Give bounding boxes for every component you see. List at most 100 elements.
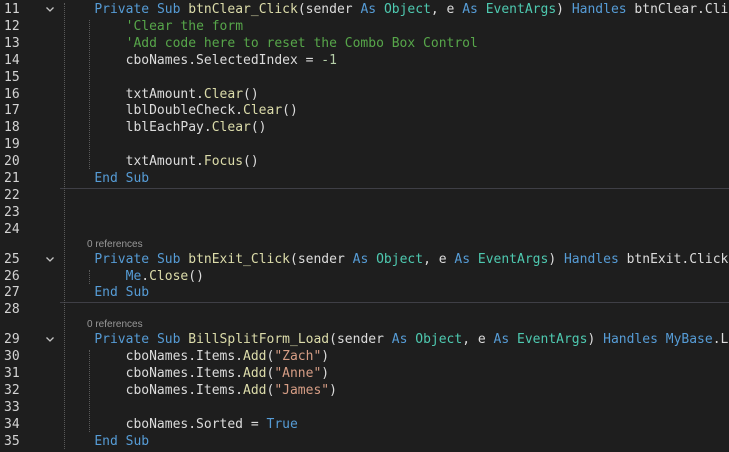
code-line[interactable]: 13 'Add code here to reset the Combo Box… <box>0 35 729 52</box>
code-line[interactable]: 35 End Sub <box>0 433 729 450</box>
code-token: EventArgs <box>485 2 557 17</box>
line-number: 13 <box>4 35 20 51</box>
code-token: (sender <box>290 251 353 267</box>
code-line[interactable]: 34 cboNames.Sorted = True <box>0 416 729 433</box>
code-line[interactable]: 17 lblDoubleCheck.Clear() <box>0 102 729 119</box>
code-token: EventArgs <box>517 332 588 348</box>
line-number: 12 <box>4 18 20 34</box>
code-text[interactable]: cboNames.Items.Add("James") <box>63 382 337 399</box>
code-token: ) <box>556 2 572 17</box>
code-text[interactable]: End Sub <box>63 433 149 450</box>
codelens-references[interactable]: 0 references <box>87 319 143 331</box>
code-line[interactable]: 21 End Sub <box>0 170 729 187</box>
line-number: 18 <box>4 120 20 136</box>
line-number: 32 <box>4 382 20 398</box>
code-token: Clear <box>203 86 244 102</box>
code-token: End <box>94 171 118 186</box>
code-token: As <box>352 251 369 267</box>
code-editor[interactable]: 11 Private Sub btnClear_Click(sender As … <box>0 0 729 452</box>
code-text[interactable]: Me.Close() <box>63 268 204 285</box>
code-token: Object <box>415 332 463 348</box>
code-text[interactable]: Private Sub BillSplitForm_Load(sender As… <box>63 331 729 348</box>
code-text[interactable]: lblEachPay.Clear() <box>63 119 267 136</box>
code-token: cboNames.Items. <box>63 382 244 398</box>
code-text[interactable]: Private Sub btnClear_Click(sender As Obj… <box>63 1 729 18</box>
code-line[interactable]: 23 <box>0 204 729 221</box>
code-line[interactable]: 22 <box>0 187 729 204</box>
line-number: 11 <box>4 2 20 17</box>
chevron-down-icon[interactable] <box>44 251 56 268</box>
code-line[interactable]: 27 End Sub <box>0 284 729 301</box>
code-token: () <box>188 268 204 284</box>
code-token: Handles <box>563 251 619 267</box>
line-number: 31 <box>4 366 20 381</box>
code-text[interactable]: cboNames.SelectedIndex = -1 <box>63 52 337 69</box>
code-line[interactable]: 14 cboNames.SelectedIndex = -1 <box>0 52 729 69</box>
code-text[interactable]: cboNames.Items.Add("Anne") <box>63 365 330 382</box>
code-text[interactable]: cboNames.Items.Add("Zach") <box>63 348 330 365</box>
code-token: As <box>462 2 478 17</box>
chevron-down-icon[interactable] <box>44 1 56 18</box>
code-token: Me <box>125 268 142 284</box>
code-text[interactable]: End Sub <box>63 170 149 187</box>
code-line[interactable]: 16 txtAmount.Clear() <box>0 86 729 103</box>
code-token: (sender <box>329 332 392 348</box>
code-token: lblEachPay. <box>63 120 212 136</box>
code-token: Add <box>243 382 267 398</box>
code-line[interactable]: 30 cboNames.Items.Add("Zach") <box>0 348 729 365</box>
code-token: EventArgs <box>477 251 549 267</box>
line-number: 30 <box>4 349 20 365</box>
indent-guide <box>64 3 65 449</box>
code-text[interactable]: lblDoubleCheck.Clear() <box>63 102 298 119</box>
code-token: Handles <box>571 2 627 17</box>
code-token: BillSplitForm_Load <box>188 332 330 348</box>
code-token: Object <box>383 2 431 17</box>
code-token: ) <box>548 251 564 267</box>
indent-guide <box>89 19 90 170</box>
chevron-down-icon[interactable] <box>44 331 56 348</box>
code-line[interactable]: 28 <box>0 301 729 318</box>
code-line[interactable]: 29 Private Sub BillSplitForm_Load(sender… <box>0 331 729 348</box>
code-token: btnClear_Click <box>188 2 298 17</box>
code-line[interactable]: 24 <box>0 221 729 238</box>
indent-guide <box>89 350 90 432</box>
line-number: 29 <box>4 332 20 348</box>
code-line[interactable]: 12 'Clear the form <box>0 18 729 35</box>
code-line[interactable]: 18 lblEachPay.Clear() <box>0 119 729 136</box>
code-line[interactable]: 20 txtAmount.Focus() <box>0 153 729 170</box>
code-text[interactable]: 'Clear the form <box>63 18 243 35</box>
code-line[interactable]: 15 <box>0 69 729 86</box>
code-line[interactable]: 25 Private Sub btnExit_Click(sender As O… <box>0 251 729 268</box>
code-text[interactable]: 'Add code here to reset the Combo Box Co… <box>63 35 478 52</box>
code-text[interactable]: txtAmount.Clear() <box>63 86 259 103</box>
code-text[interactable]: End Sub <box>63 284 149 301</box>
code-text[interactable]: txtAmount.Focus() <box>63 153 259 170</box>
code-line[interactable]: 11 Private Sub btnClear_Click(sender As … <box>0 1 729 18</box>
code-line[interactable]: 26 Me.Close() <box>0 268 729 285</box>
code-token: (sender <box>297 2 361 17</box>
code-token: , e <box>423 251 455 267</box>
code-line[interactable]: 19 <box>0 136 729 153</box>
codelens-references[interactable]: 0 references <box>87 239 143 251</box>
code-token: As <box>493 332 510 348</box>
code-line[interactable]: 32 cboNames.Items.Add("James") <box>0 382 729 399</box>
code-text[interactable]: cboNames.Sorted = True <box>63 416 298 433</box>
line-number: 27 <box>4 285 20 301</box>
code-token: True <box>266 416 298 432</box>
code-token: End <box>94 433 118 449</box>
code-token: () <box>250 120 267 136</box>
code-token: Add <box>243 349 267 365</box>
code-text[interactable]: Private Sub btnExit_Click(sender As Obje… <box>63 251 728 268</box>
code-line[interactable]: 31 cboNames.Items.Add("Anne") <box>0 365 729 382</box>
code-line[interactable]: 33 <box>0 399 729 416</box>
code-token: Close <box>149 268 189 284</box>
code-token: btnClear.Click <box>634 2 729 17</box>
